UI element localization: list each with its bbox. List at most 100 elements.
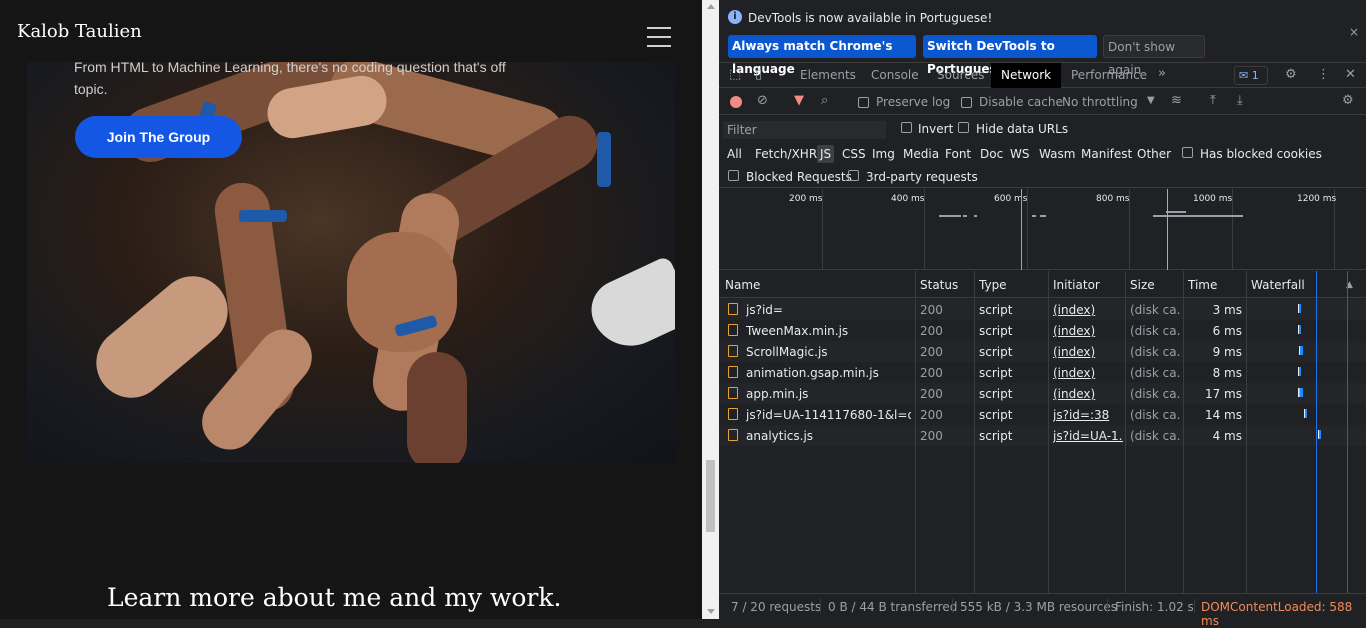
- import-har-icon[interactable]: ⤒: [1210, 93, 1216, 108]
- hamburger-menu-icon[interactable]: [647, 27, 671, 47]
- filter-icon[interactable]: ▼: [794, 93, 804, 108]
- scrollbar-thumb[interactable]: [706, 460, 715, 532]
- hero-image: From HTML to Machine Learning, there's n…: [27, 62, 675, 463]
- request-size: (disk ca...: [1130, 429, 1180, 443]
- disable-cache-checkbox[interactable]: [961, 97, 972, 108]
- request-initiator[interactable]: js?id=:38: [1053, 408, 1123, 422]
- script-file-icon: [728, 429, 738, 441]
- device-toolbar-icon[interactable]: ▯: [755, 67, 762, 82]
- type-fetch-xhr[interactable]: Fetch/XHR: [752, 145, 820, 163]
- has-blocked-cookies-checkbox[interactable]: [1182, 147, 1193, 158]
- issues-badge[interactable]: ✉ 1: [1234, 66, 1268, 85]
- request-status: 200: [920, 324, 943, 338]
- column-divider[interactable]: [1246, 271, 1247, 593]
- type-manifest[interactable]: Manifest: [1078, 145, 1135, 163]
- network-toolbar: ⊘ ▼ ⌕ Preserve log Disable cache No thro…: [719, 89, 1366, 115]
- filter-input[interactable]: Filter: [723, 121, 886, 139]
- switch-to-portuguese-button[interactable]: Switch DevTools to Portuguese: [923, 35, 1097, 76]
- request-initiator[interactable]: js?id=UA-1...: [1053, 429, 1123, 443]
- tab-console[interactable]: Console: [861, 63, 929, 88]
- type-font[interactable]: Font: [942, 145, 974, 163]
- issues-count: 1: [1251, 69, 1259, 82]
- column-divider[interactable]: [1183, 271, 1184, 593]
- table-row[interactable]: js?id=UA-114117680-1&l=da... 200 script js?…: [719, 404, 1366, 425]
- throttling-select[interactable]: No throttling: [1062, 95, 1138, 109]
- type-ws[interactable]: WS: [1007, 145, 1032, 163]
- third-party-checkbox[interactable]: [848, 170, 859, 181]
- table-row[interactable]: animation.gsap.min.js 200 script (index) (di…: [719, 362, 1366, 383]
- clear-icon[interactable]: ⊘: [757, 93, 768, 108]
- type-all[interactable]: All: [724, 145, 745, 163]
- table-row[interactable]: analytics.js 200 script js?id=UA-1... (disk …: [719, 425, 1366, 446]
- search-icon[interactable]: ⌕: [821, 93, 828, 108]
- request-initiator[interactable]: (index): [1053, 366, 1123, 380]
- resources-size: 555 kB / 3.3 MB resources: [960, 600, 1118, 614]
- col-time[interactable]: Time: [1188, 278, 1217, 292]
- network-conditions-icon[interactable]: ≋: [1171, 93, 1182, 108]
- more-tabs-icon[interactable]: »: [1158, 66, 1166, 81]
- tab-performance[interactable]: Performance: [1061, 63, 1157, 88]
- invert-checkbox[interactable]: [901, 122, 912, 133]
- table-row[interactable]: ScrollMagic.js 200 script (index) (disk ca..…: [719, 341, 1366, 362]
- overview-bar: [1166, 211, 1186, 213]
- request-time: 4 ms: [1212, 429, 1242, 443]
- record-icon[interactable]: [730, 96, 742, 108]
- type-js[interactable]: JS: [817, 145, 835, 163]
- request-time: 14 ms: [1204, 408, 1242, 422]
- dont-show-again-button[interactable]: Don't show again: [1103, 35, 1205, 77]
- network-overview-timeline[interactable]: 200 ms 400 ms 600 ms 800 ms 1000 ms 1200…: [719, 189, 1366, 270]
- col-initiator[interactable]: Initiator: [1053, 278, 1100, 292]
- type-img[interactable]: Img: [869, 145, 898, 163]
- tick-label: 1000 ms: [1193, 194, 1233, 204]
- column-divider[interactable]: [915, 271, 916, 593]
- scroll-down-icon[interactable]: [707, 609, 715, 614]
- type-doc[interactable]: Doc: [977, 145, 1006, 163]
- blocked-requests-checkbox[interactable]: [728, 170, 739, 181]
- page-scrollbar[interactable]: [702, 0, 719, 619]
- tab-network[interactable]: Network: [991, 63, 1062, 88]
- col-name[interactable]: Name: [725, 278, 760, 292]
- more-options-icon[interactable]: ⋮: [1317, 67, 1330, 82]
- type-other[interactable]: Other: [1134, 145, 1174, 163]
- column-divider[interactable]: [1048, 271, 1049, 593]
- request-type: script: [979, 366, 1013, 380]
- script-file-icon: [728, 408, 738, 420]
- site-brand[interactable]: Kalob Taulien: [17, 21, 142, 42]
- table-row[interactable]: app.min.js 200 script (index) (disk ca... 17 …: [719, 383, 1366, 404]
- dcl-line: [1316, 271, 1317, 593]
- type-wasm[interactable]: Wasm: [1036, 145, 1078, 163]
- close-devtools-icon[interactable]: ✕: [1345, 67, 1356, 82]
- language-infobar: i DevTools is now available in Portugues…: [719, 0, 1366, 77]
- column-divider[interactable]: [1125, 271, 1126, 593]
- col-waterfall[interactable]: Waterfall: [1251, 278, 1305, 292]
- request-type: script: [979, 408, 1013, 422]
- column-divider[interactable]: [974, 271, 975, 593]
- inspect-element-icon[interactable]: ⬚: [729, 67, 741, 82]
- col-size[interactable]: Size: [1130, 278, 1155, 292]
- join-group-button[interactable]: Join The Group: [75, 116, 242, 158]
- scroll-up-icon[interactable]: [707, 4, 715, 9]
- network-settings-icon[interactable]: ⚙: [1342, 93, 1354, 108]
- dropdown-arrow-icon[interactable]: ▼: [1147, 95, 1155, 106]
- website-viewport: Kalob Taulien From HTML to Machine Learn…: [0, 0, 702, 619]
- request-initiator[interactable]: (index): [1053, 387, 1123, 401]
- request-initiator[interactable]: (index): [1053, 345, 1123, 359]
- table-row[interactable]: js?id= 200 script (index) (disk ca... 3 ms: [719, 299, 1366, 320]
- table-row[interactable]: TweenMax.min.js 200 script (index) (disk ca.…: [719, 320, 1366, 341]
- waterfall-bar: [1298, 388, 1303, 397]
- type-css[interactable]: CSS: [839, 145, 869, 163]
- export-har-icon[interactable]: ⤓: [1237, 93, 1243, 108]
- close-infobar-icon[interactable]: ×: [1349, 25, 1359, 39]
- tab-sources[interactable]: Sources: [927, 63, 994, 88]
- preserve-log-checkbox[interactable]: [858, 97, 869, 108]
- request-initiator[interactable]: (index): [1053, 303, 1123, 317]
- dcl-marker: [1167, 189, 1168, 270]
- request-initiator[interactable]: (index): [1053, 324, 1123, 338]
- always-match-language-button[interactable]: Always match Chrome's language: [728, 35, 916, 76]
- type-media[interactable]: Media: [900, 145, 942, 163]
- settings-gear-icon[interactable]: ⚙: [1285, 67, 1297, 82]
- tab-elements[interactable]: Elements: [790, 63, 866, 88]
- col-type[interactable]: Type: [979, 278, 1007, 292]
- hide-data-urls-checkbox[interactable]: [958, 122, 969, 133]
- col-status[interactable]: Status: [920, 278, 958, 292]
